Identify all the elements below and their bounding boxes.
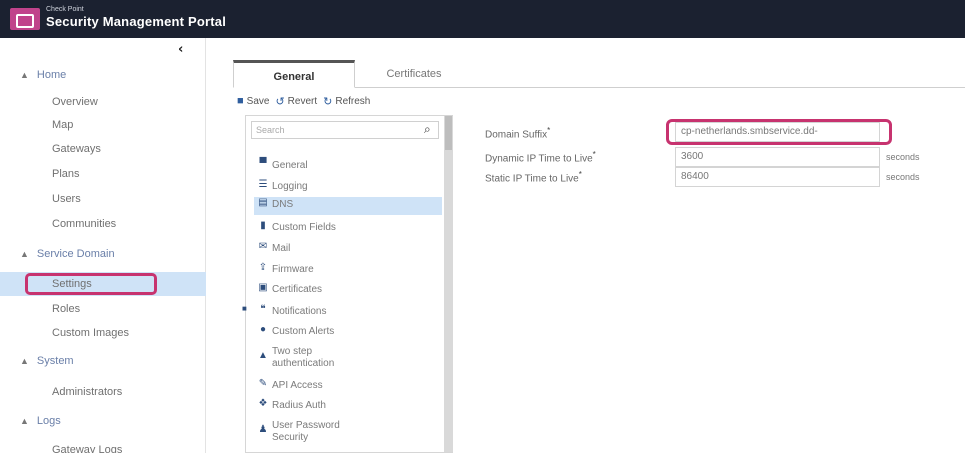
- sidebar-section-system[interactable]: ▲ System: [20, 355, 74, 367]
- list-icon: ☰: [258, 179, 268, 190]
- sidebar-item-plans[interactable]: Plans: [26, 162, 206, 186]
- monitor-icon: ▀: [259, 158, 267, 169]
- static-ttl-label: Static IP Time to Live*: [485, 170, 582, 185]
- dynamic-ttl-input[interactable]: 3600: [675, 147, 880, 167]
- panel-scrollbar[interactable]: [444, 116, 453, 452]
- collapse-sidebar-icon[interactable]: ‹: [178, 42, 183, 57]
- refresh-button[interactable]: ↻ Refresh: [323, 95, 370, 108]
- caret-up-icon: ▲: [20, 70, 29, 80]
- settings-item-firmware[interactable]: ⇪ Firmware: [254, 262, 442, 276]
- sidebar-section-home[interactable]: ▲ Home: [20, 69, 66, 81]
- mail-icon: ✉: [258, 241, 268, 252]
- refresh-icon: ↻: [323, 95, 333, 108]
- settings-tabs: General Certificates: [233, 60, 965, 88]
- sidebar-section-service-domain[interactable]: ▲ Service Domain: [20, 248, 115, 260]
- alert-icon: ●: [259, 324, 267, 335]
- revert-button[interactable]: ↺ Revert: [275, 95, 317, 108]
- sidebar-item-custom-images[interactable]: Custom Images: [26, 321, 206, 345]
- save-icon: ■: [237, 95, 244, 107]
- sidebar-item-roles[interactable]: Roles: [26, 297, 206, 321]
- save-button[interactable]: ■ Save: [237, 95, 269, 107]
- settings-category-panel: Search ⌕ ▀ General ☰ Logging ▤ DNS ▮ Cus…: [242, 115, 453, 453]
- sidebar-item-overview[interactable]: Overview: [26, 90, 206, 114]
- revert-icon: ↺: [275, 95, 285, 108]
- caret-up-icon: ▲: [20, 416, 29, 426]
- sidebar-section-logs[interactable]: ▲ Logs: [20, 415, 61, 427]
- brand-company: Check Point: [46, 6, 84, 13]
- settings-highlight-frame: [25, 273, 157, 295]
- settings-item-custom-alerts[interactable]: ● Custom Alerts: [254, 324, 442, 338]
- sidebar-item-gateways[interactable]: Gateways: [26, 137, 206, 161]
- settings-item-dns[interactable]: ▤ DNS: [254, 197, 442, 215]
- check-point-logo-icon: [10, 8, 40, 30]
- settings-item-radius-auth[interactable]: ❖ Radius Auth: [254, 398, 442, 412]
- settings-item-general[interactable]: ▀ General: [254, 158, 442, 172]
- sidebar-item-users[interactable]: Users: [26, 187, 206, 211]
- user-lock-icon: ♟: [258, 424, 268, 435]
- domain-suffix-label: Domain Suffix*: [485, 126, 551, 141]
- certificate-icon: ▣: [258, 282, 268, 293]
- tab-certificates[interactable]: Certificates: [358, 60, 470, 88]
- sidebar-item-administrators[interactable]: Administrators: [26, 380, 206, 404]
- sidebar-item-gateway-logs[interactable]: Gateway Logs: [26, 438, 206, 453]
- notification-badge-icon: ■: [242, 304, 247, 313]
- sidebar-item-communities[interactable]: Communities: [26, 212, 206, 236]
- notification-icon: ❝: [260, 304, 266, 315]
- server-icon: ▤: [258, 197, 268, 208]
- settings-item-custom-fields[interactable]: ▮ Custom Fields: [254, 220, 442, 234]
- bookmark-icon: ▮: [260, 220, 266, 231]
- settings-search-input[interactable]: Search: [251, 121, 439, 139]
- panel-scrollbar-thumb[interactable]: [445, 116, 452, 150]
- dynamic-ttl-label: Dynamic IP Time to Live*: [485, 150, 596, 165]
- portal-title: Security Management Portal: [46, 14, 227, 29]
- caret-up-icon: ▲: [20, 356, 29, 366]
- radius-icon: ❖: [258, 398, 268, 409]
- lock-icon: ▲: [258, 350, 268, 361]
- search-icon[interactable]: ⌕: [424, 122, 431, 137]
- static-ttl-input[interactable]: 86400: [675, 167, 880, 187]
- pencil-icon: ✎: [258, 378, 268, 389]
- settings-item-mail[interactable]: ✉ Mail: [254, 241, 442, 255]
- dynamic-ttl-unit: seconds: [886, 152, 920, 162]
- settings-item-api-access[interactable]: ✎ API Access: [254, 378, 442, 392]
- sidebar-item-map[interactable]: Map: [26, 113, 206, 137]
- settings-item-logging[interactable]: ☰ Logging: [254, 179, 442, 193]
- upload-icon: ⇪: [258, 262, 268, 273]
- static-ttl-unit: seconds: [886, 172, 920, 182]
- settings-item-notifications[interactable]: ■ ❝ Notifications: [242, 304, 442, 318]
- settings-item-two-step-auth[interactable]: ▲ Two step authentication: [254, 344, 442, 370]
- caret-up-icon: ▲: [20, 249, 29, 259]
- settings-item-certificates[interactable]: ▣ Certificates: [254, 282, 442, 296]
- tab-general[interactable]: General: [233, 60, 355, 88]
- top-bar: Check Point Security Management Portal: [0, 0, 965, 38]
- settings-toolbar: ■ Save ↺ Revert ↻ Refresh: [237, 92, 370, 110]
- domain-suffix-highlight-frame: [666, 119, 892, 145]
- settings-item-user-password-security[interactable]: ♟ User Password Security: [254, 418, 442, 444]
